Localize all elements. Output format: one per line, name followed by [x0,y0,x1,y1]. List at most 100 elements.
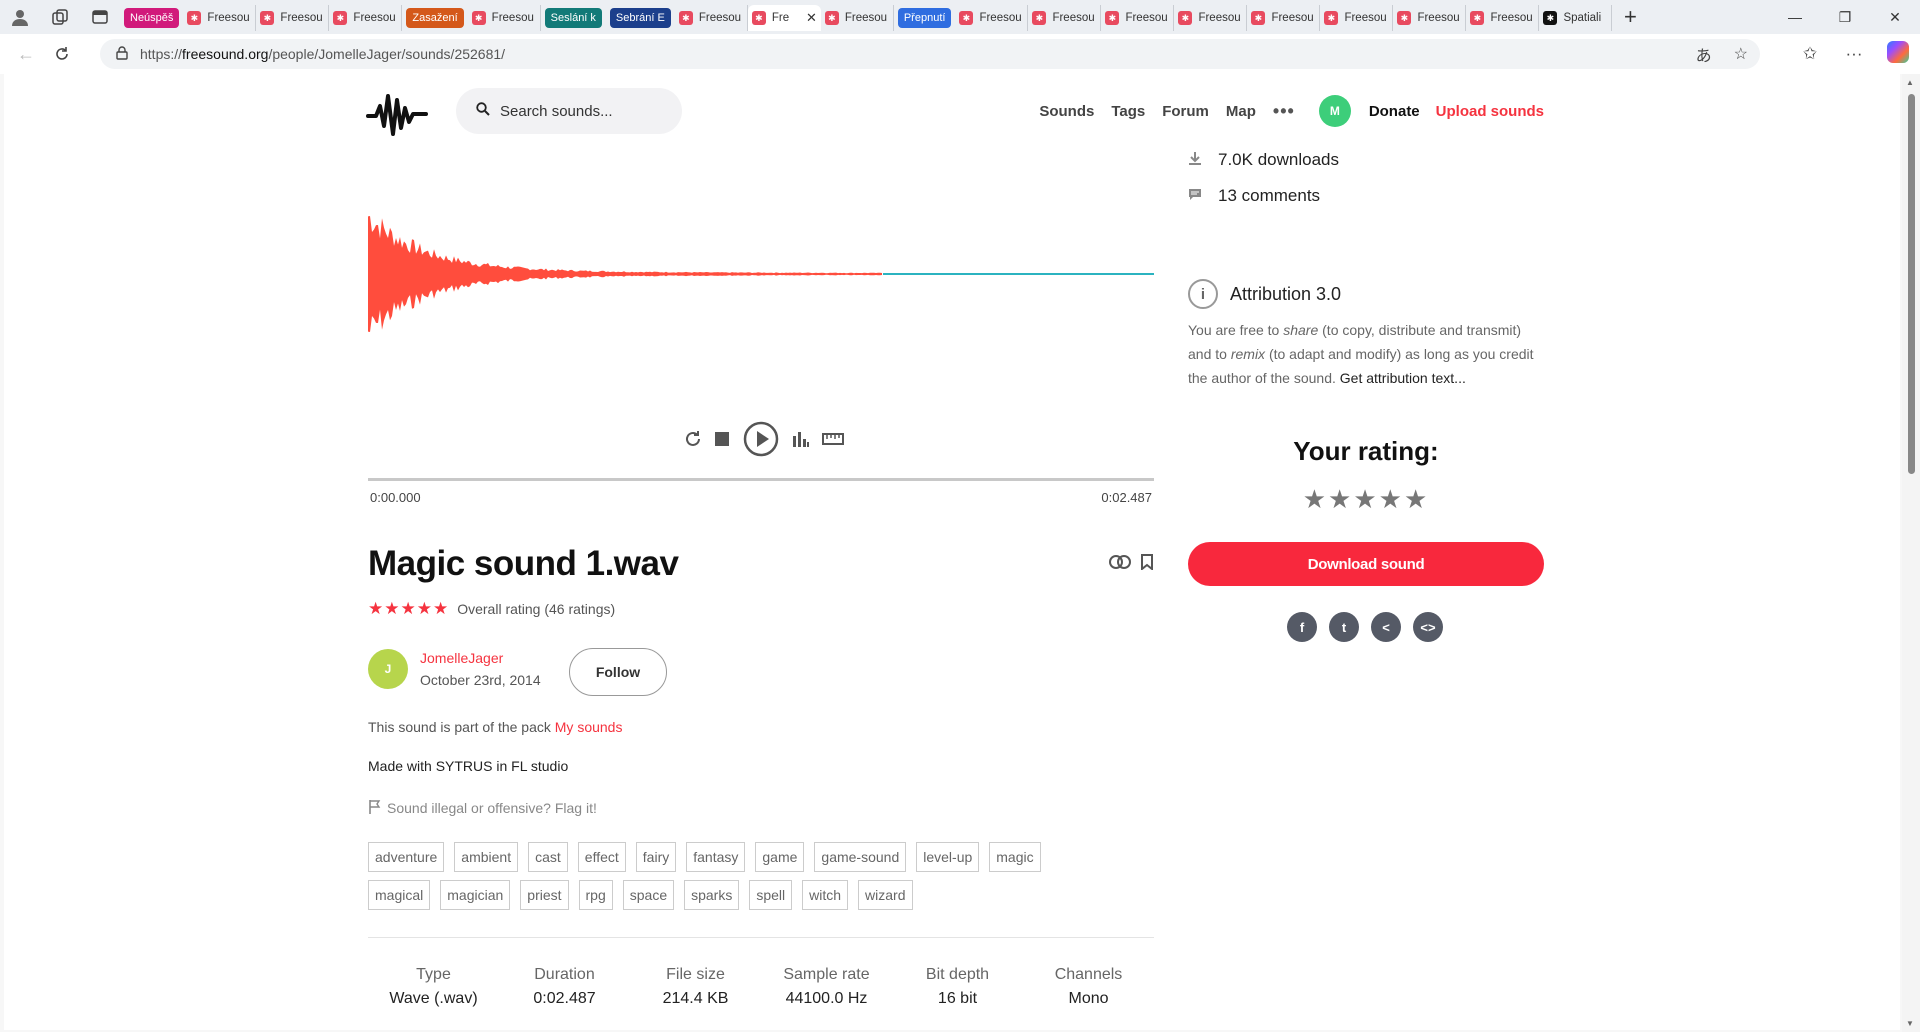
spectrogram-icon[interactable] [792,431,810,447]
tag-effect[interactable]: effect [577,842,626,872]
reload-icon[interactable] [44,34,80,74]
license-title[interactable]: i Attribution 3.0 [1188,279,1341,309]
similar-sounds-icon[interactable] [1109,554,1131,575]
freesound-logo-icon[interactable] [366,86,428,142]
tab-group-7[interactable]: Sebrání E [609,8,671,28]
tag-wizard[interactable]: wizard [858,880,913,910]
menu-dots-icon[interactable]: ··· [1832,44,1876,64]
tag-sparks[interactable]: sparks [684,880,740,910]
tab-3[interactable]: ✱ Freesou [329,5,403,31]
address-bar[interactable]: https://freesound.org/people/JomelleJage… [100,39,1760,69]
scroll-down-icon[interactable]: ▼ [1906,1019,1914,1028]
tag-list: adventure ambient cast effect fairy fantasy ga… [368,842,1108,910]
tab-label: Freesou [1490,12,1533,24]
freesound-favicon-icon: ✱ [1251,11,1266,25]
tag-cast[interactable]: cast [528,842,568,872]
tab-group-4[interactable]: Zasažení [406,8,464,28]
tab-label: Freesou [979,12,1022,24]
comments-stat[interactable]: 13 comments [1188,186,1320,206]
tab-10[interactable]: ✱ Freesou [821,5,894,31]
tab-actions-icon[interactable] [80,0,120,34]
tag-level-up[interactable]: level-up [916,842,980,872]
facebook-icon[interactable]: f [1287,612,1317,642]
copilot-icon[interactable] [1876,40,1920,68]
nav-tags[interactable]: Tags [1111,103,1145,120]
tab-20[interactable]: ✱ Spatiali [1539,5,1613,31]
tag-magician[interactable]: magician [440,880,511,910]
stop-icon[interactable] [714,431,730,447]
tag-rpg[interactable]: rpg [578,880,613,910]
tab-12[interactable]: ✱ Freesou [955,5,1029,31]
read-aloud-icon[interactable]: あ [1696,42,1712,66]
spec-label: Duration [534,966,595,983]
tab-18[interactable]: ✱ Freesou [1393,5,1467,31]
flag-icon [368,799,381,817]
tag-magical[interactable]: magical [368,880,431,910]
play-icon[interactable] [742,420,780,458]
tag-spell[interactable]: spell [749,880,793,910]
tag-fairy[interactable]: fairy [635,842,677,872]
new-tab-button[interactable]: + [1612,0,1648,34]
waveform[interactable] [368,194,1154,394]
tag-witch[interactable]: witch [802,880,849,910]
favorite-star-icon[interactable]: ☆ [1734,44,1748,64]
close-window-icon[interactable]: ✕ [1870,0,1920,34]
tag-game[interactable]: game [755,842,805,872]
tag-space[interactable]: space [622,880,675,910]
ruler-icon[interactable] [822,433,844,445]
tab-group-11[interactable]: Přepnutí [897,8,952,28]
nav-sounds[interactable]: Sounds [1039,103,1094,120]
tab-active[interactable]: ✱ Fre ✕ [747,5,821,31]
favorites-icon[interactable]: ✩ [1788,44,1832,64]
flag-link[interactable]: Sound illegal or offensive? Flag it! [368,799,597,817]
bookmark-icon[interactable] [1141,554,1153,575]
attribution-text-link[interactable]: Get attribution text... [1340,370,1466,386]
rate-stars-icon[interactable]: ★★★★★ [1188,484,1544,515]
tab-16[interactable]: ✱ Freesou [1247,5,1321,31]
tab-15[interactable]: ✱ Freesou [1174,5,1248,31]
tab-group-0[interactable]: Neúspěš [124,8,180,28]
page-scrollbar[interactable]: ▲ ▼ [1902,74,1920,1032]
your-rating-heading: Your rating: [1293,436,1439,466]
workspaces-icon[interactable] [40,0,80,34]
search-input[interactable]: Search sounds... [456,88,682,134]
tab-group-label: Seslání k [550,12,596,24]
tag-game-sound[interactable]: game-sound [814,842,907,872]
loop-icon[interactable] [684,430,702,448]
progress-bar[interactable] [368,478,1154,481]
tab-1[interactable]: ✱ Freesou [183,5,257,31]
download-sound-button[interactable]: Download sound [1188,542,1544,586]
restore-icon[interactable]: ❐ [1820,0,1870,34]
tag-priest[interactable]: priest [520,880,569,910]
author-name[interactable]: JomelleJager [420,650,541,666]
tag-adventure[interactable]: adventure [368,842,445,872]
tab-14[interactable]: ✱ Freesou [1101,5,1175,31]
tab-group-6[interactable]: Seslání k [544,8,602,28]
embed-icon[interactable]: <> [1413,612,1443,642]
scroll-up-icon[interactable]: ▲ [1906,78,1914,87]
tag-ambient[interactable]: ambient [454,842,519,872]
player-controls [684,419,844,459]
tag-magic[interactable]: magic [989,842,1041,872]
back-icon[interactable]: ← [8,34,44,74]
url-host: freesound.org [182,46,269,62]
author-avatar[interactable]: J [368,649,408,689]
tab-13[interactable]: ✱ Freesou [1028,5,1102,31]
minimize-icon[interactable]: — [1770,0,1820,34]
lock-icon[interactable] [116,45,128,63]
tab-17[interactable]: ✱ Freesou [1320,5,1394,31]
tab-19[interactable]: ✱ Freesou [1466,5,1540,31]
pack-link[interactable]: My sounds [555,719,623,735]
freesound-favicon-icon: ✱ [959,11,974,25]
tag-fantasy[interactable]: fantasy [686,842,746,872]
sound-title: Magic sound 1.wav [368,544,679,583]
follow-button[interactable]: Follow [569,648,667,696]
close-tab-icon[interactable]: ✕ [802,10,817,26]
profile-icon[interactable] [0,0,40,34]
twitter-icon[interactable]: t [1329,612,1359,642]
tab-2[interactable]: ✱ Freesou [256,5,330,31]
share-icon[interactable]: < [1371,612,1401,642]
scrollbar-thumb[interactable] [1908,94,1915,474]
tab-5[interactable]: ✱ Freesou [468,5,541,31]
tab-8[interactable]: ✱ Freesou [675,5,748,31]
